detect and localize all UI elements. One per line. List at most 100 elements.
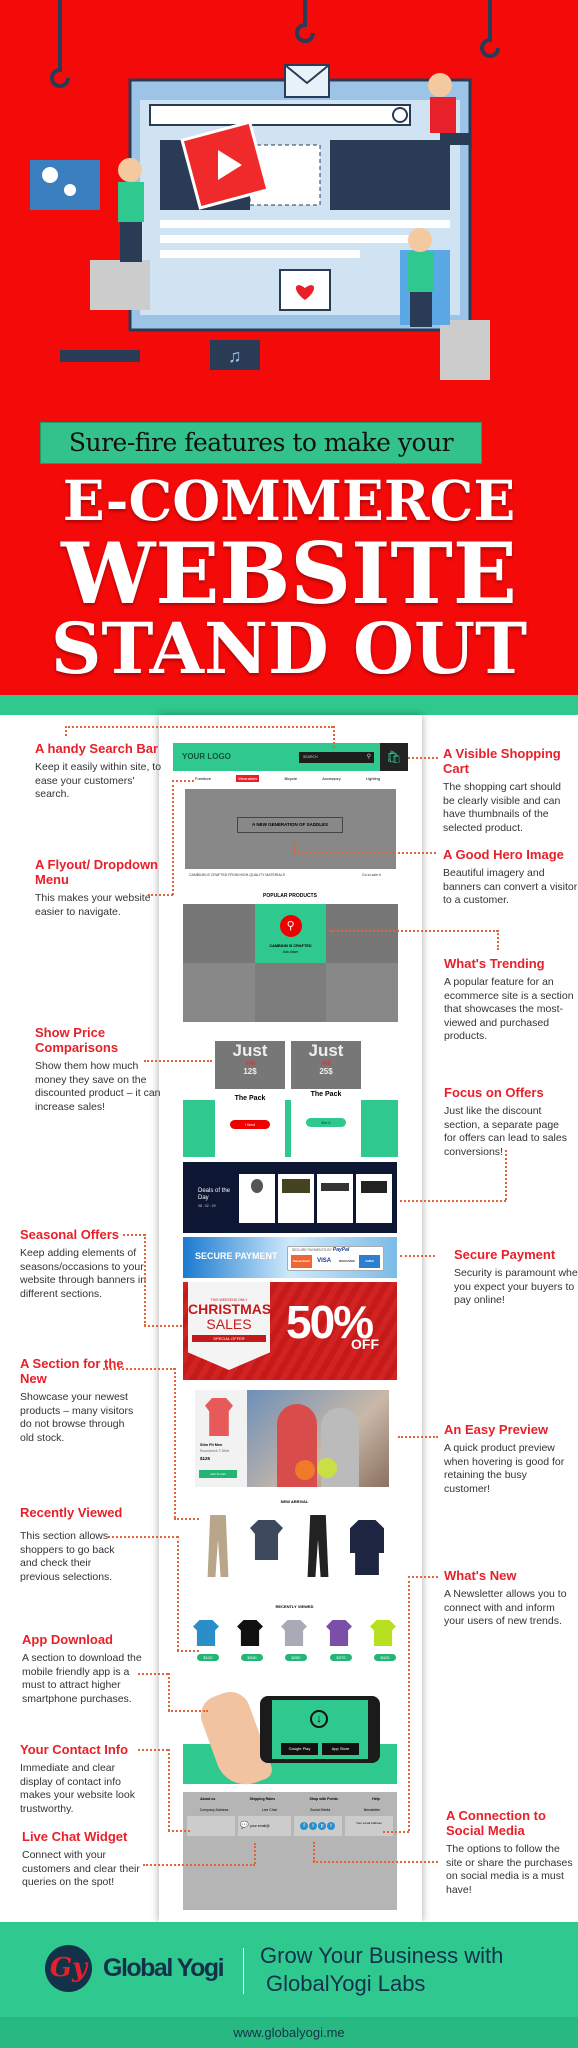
nav-item-active[interactable]: Wearables: [236, 775, 260, 782]
connector-line: [505, 1150, 507, 1200]
live-chat-widget[interactable]: 💬 your email@: [238, 1816, 291, 1836]
connector-line: [254, 1843, 256, 1864]
app-store-badge[interactable]: App Store: [322, 1743, 359, 1755]
product-tile[interactable]: [183, 963, 255, 1022]
newsletter-input[interactable]: Your email Address: [356, 1821, 382, 1825]
site-footer: About us Shipping Rates Shop with Points He…: [183, 1792, 397, 1910]
zoom-icon[interactable]: ⚲: [279, 915, 302, 937]
annotation-desc: Immediate and clear display of contact i…: [20, 1762, 135, 1815]
search-placeholder: SEARCH: [303, 755, 318, 759]
offer-card[interactable]: Just 30$ 25$ The Pack like it: [291, 1041, 361, 1157]
xmas-line1: CHRISTMAS: [188, 1301, 272, 1317]
annotation-desc: This section allows shoppers to go back …: [20, 1530, 115, 1583]
product-tile-highlight[interactable]: ⚲ CAMBIUM IS CRAFTED look closer: [254, 904, 327, 963]
product-title: CAMBIUM IS CRAFTED: [269, 944, 312, 948]
annotation-desc: This makes your website easier to naviga…: [35, 892, 151, 918]
annotation-desc: Keep adding elements of seasons/occasion…: [20, 1247, 147, 1300]
annotation-title: Show Price Comparisons: [35, 1025, 119, 1055]
visa-logo: VISA: [317, 1258, 332, 1264]
product-tile[interactable]: [326, 904, 398, 963]
brand-name: Global Yogi: [103, 1954, 225, 1982]
offer-name: The Pack: [310, 1091, 342, 1098]
product-sweater[interactable]: [350, 1520, 384, 1575]
popular-products-grid: ⚲ CAMBIUM IS CRAFTED look closer: [183, 904, 398, 1022]
connector-line: [144, 1060, 212, 1062]
connector-line: [144, 1234, 146, 1326]
offer-just: Just: [308, 1041, 344, 1060]
offer-card[interactable]: Just 30$ 12$ The Pack I liked: [215, 1041, 285, 1157]
secure-by-label: SECURE PAYMENTS BY: [292, 1248, 332, 1252]
annotation-desc: A popular feature for an ecommerce site …: [444, 976, 574, 1042]
shopping-cart-icon[interactable]: 🛍: [380, 743, 408, 771]
pinterest-icon[interactable]: p: [318, 1822, 327, 1830]
offer-new-price: 12$: [243, 1067, 257, 1076]
footer-link[interactable]: Shop with Points: [309, 1797, 337, 1801]
tshirt-image[interactable]: [205, 1398, 233, 1436]
company-address: [187, 1816, 236, 1836]
annotation-desc: Showcase your newest products – many vis…: [20, 1391, 134, 1444]
xmas-line2: SALES: [206, 1316, 252, 1332]
annotation-title: App Download: [22, 1632, 113, 1647]
connector-line: [174, 1518, 199, 1520]
newsletter-form[interactable]: Your email Address: [344, 1816, 393, 1836]
nav-item[interactable]: Accessory: [322, 776, 340, 781]
mockup-logo: YOUR LOGO: [182, 752, 231, 761]
annotation-desc: Just like the discount section, a separa…: [444, 1105, 567, 1158]
connector-line: [172, 780, 174, 895]
annotation-title: An Easy Preview: [444, 1422, 549, 1437]
nav-item[interactable]: Lighting: [366, 776, 380, 781]
global-yogi-logo: Gy: [45, 1945, 92, 1992]
connector-line: [65, 726, 67, 736]
social-media-icons: ftpt: [293, 1816, 342, 1836]
hero-caption: CAMBIUM IS CRAFTED FROM HIGH-QUALITY MAT…: [189, 873, 285, 877]
mastercard-logo: MasterCard: [291, 1255, 312, 1268]
deal-product-card[interactable]: [239, 1174, 275, 1223]
nav-item[interactable]: Bicycle: [284, 776, 297, 781]
svg-text:♫: ♫: [228, 346, 242, 366]
download-icon[interactable]: ↓: [310, 1710, 328, 1728]
connector-line: [400, 1200, 506, 1202]
footer-link[interactable]: Shipping Rates: [250, 1797, 275, 1801]
connector-line: [330, 930, 498, 932]
connector-line: [168, 1749, 170, 1831]
preview-product-name: Slim Fit Men: [200, 1443, 223, 1447]
chat-email-input[interactable]: your email@: [250, 1824, 270, 1828]
christmas-sale-banner[interactable]: THIS WEEKEND ONLY CHRISTMAS SALES SPECIA…: [183, 1282, 397, 1380]
hero-link[interactable]: Go to sale it: [362, 873, 381, 877]
product-tile[interactable]: [254, 963, 327, 1022]
connector-line: [168, 1830, 190, 1832]
footer-link[interactable]: Help: [372, 1797, 380, 1801]
recent-price: $370: [330, 1654, 352, 1661]
google-play-badge[interactable]: Google Play: [281, 1743, 318, 1755]
connector-line: [333, 726, 335, 748]
offer-like-button[interactable]: like it: [306, 1118, 346, 1127]
product-link[interactable]: look closer: [255, 950, 327, 954]
preview-price: $125: [200, 1456, 211, 1461]
twitter-icon[interactable]: t: [327, 1822, 336, 1830]
offer-like-button[interactable]: I liked: [230, 1120, 270, 1129]
annotation-title: Recently Viewed: [20, 1505, 123, 1520]
connector-line: [383, 1831, 409, 1833]
connector-line: [294, 840, 296, 852]
paypal-logo: PayPal: [332, 1247, 350, 1253]
deal-product-card[interactable]: [356, 1174, 392, 1223]
tagline-line1: Grow Your Business with: [260, 1943, 504, 1968]
add-to-cart-button[interactable]: Add To Cart: [199, 1470, 237, 1478]
recent-price: $250: [285, 1654, 307, 1661]
mockup-search-bar[interactable]: SEARCH ⚲: [299, 752, 374, 763]
annotation-title: Your Contact Info: [20, 1742, 129, 1757]
hero-cta-button[interactable]: A NEW GENERATION OF SADDLES: [237, 817, 343, 833]
deal-product-card[interactable]: [278, 1174, 314, 1223]
product-tile[interactable]: [326, 963, 398, 1022]
deal-product-card[interactable]: [317, 1174, 353, 1223]
tumblr-icon[interactable]: t: [309, 1822, 318, 1830]
connector-line: [143, 1864, 255, 1866]
nav-item[interactable]: Furniture: [195, 776, 211, 781]
product-tile[interactable]: [183, 904, 255, 963]
website-url[interactable]: www.globalyogi.me: [0, 2017, 578, 2048]
connector-line: [144, 1325, 182, 1327]
facebook-icon[interactable]: f: [300, 1822, 309, 1830]
annotation-title: Live Chat Widget: [22, 1829, 128, 1844]
footer-link[interactable]: About us: [200, 1797, 215, 1801]
deals-of-the-day: Deals of the Day 08 : 32 : 29: [183, 1162, 397, 1233]
